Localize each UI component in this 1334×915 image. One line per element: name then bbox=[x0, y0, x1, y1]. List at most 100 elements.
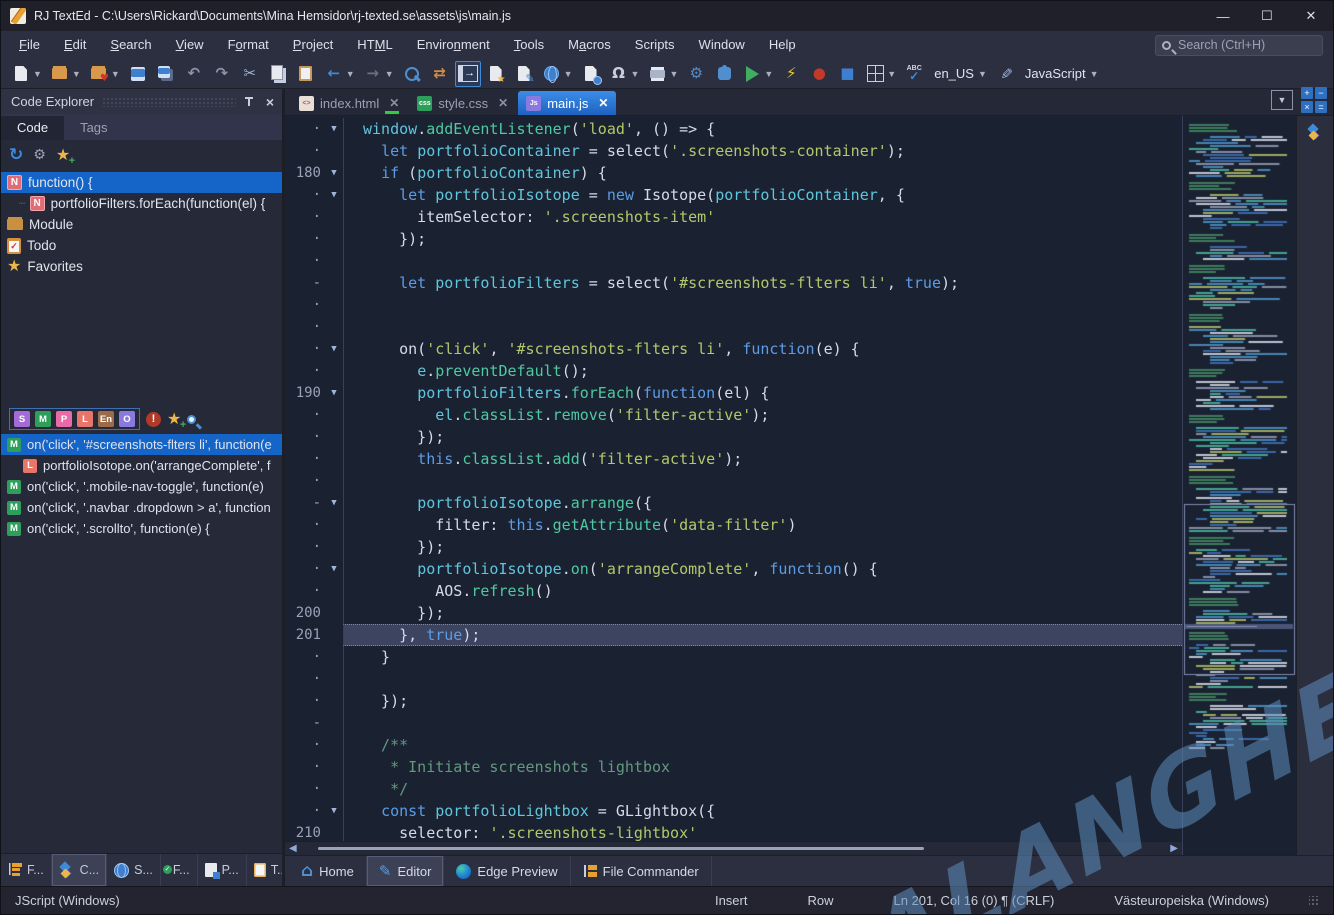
code-explorer-icon[interactable] bbox=[1307, 124, 1323, 140]
menu-item-search[interactable]: Search bbox=[98, 31, 163, 59]
layout-grid-button[interactable]: ▼ bbox=[862, 61, 899, 87]
event-filter-o-badge[interactable]: O bbox=[119, 411, 135, 427]
event-list-item[interactable]: LportfolioIsotope.on('arrangeComplete', … bbox=[1, 455, 282, 476]
fold-arrow-icon[interactable]: ▼ bbox=[325, 564, 343, 574]
menu-item-environment[interactable]: Environment bbox=[405, 31, 502, 59]
split-button[interactable]: = bbox=[1315, 101, 1327, 113]
fold-arrow-icon[interactable]: ▼ bbox=[325, 168, 343, 178]
open-file-button[interactable]: ▼ bbox=[47, 61, 84, 87]
cut-button[interactable]: ✂ bbox=[237, 61, 263, 87]
close-button[interactable]: ✕ bbox=[1289, 1, 1333, 31]
split-editor-controls[interactable]: +−×= bbox=[1301, 87, 1327, 113]
document-favorites-button[interactable] bbox=[483, 61, 509, 87]
tree-item[interactable]: ★Favorites bbox=[1, 256, 282, 277]
code-line[interactable]: ·▼window.addEventListener('load', () => … bbox=[285, 118, 1182, 140]
horizontal-scrollbar[interactable]: ◀ ▶ bbox=[285, 841, 1182, 855]
code-line[interactable]: 201 }, true); bbox=[285, 624, 1182, 646]
scroll-left-icon[interactable]: ◀ bbox=[289, 844, 297, 854]
split-button[interactable]: + bbox=[1301, 87, 1313, 99]
event-filter-m-badge[interactable]: M bbox=[35, 411, 51, 427]
syntax-select[interactable]: JavaScript▼ bbox=[1020, 61, 1102, 87]
minimize-button[interactable]: — bbox=[1201, 1, 1245, 31]
code-line[interactable]: ·▼ portfolioIsotope.on('arrangeComplete'… bbox=[285, 558, 1182, 580]
tab-list-dropdown[interactable]: ▼ bbox=[1271, 90, 1293, 110]
stop-button[interactable]: ■ bbox=[834, 61, 860, 87]
undo-button[interactable]: ↶ bbox=[181, 61, 207, 87]
menu-item-help[interactable]: Help bbox=[757, 31, 808, 59]
code-line[interactable]: · itemSelector: '.screenshots-item' bbox=[285, 206, 1182, 228]
search-events-icon[interactable] bbox=[187, 415, 196, 424]
navigate-back-button[interactable]: ←▼ bbox=[321, 61, 358, 87]
dropdown-arrow-icon[interactable]: ▼ bbox=[887, 69, 896, 79]
replace-button[interactable]: ⇄ bbox=[427, 61, 453, 87]
dropdown-arrow-icon[interactable]: ▼ bbox=[33, 69, 42, 79]
fold-arrow-icon[interactable]: ▼ bbox=[325, 344, 343, 354]
dropdown-arrow-icon[interactable]: ▼ bbox=[764, 69, 773, 79]
fold-arrow-icon[interactable]: ▼ bbox=[325, 806, 343, 816]
save-all-button[interactable] bbox=[153, 61, 179, 87]
maximize-button[interactable]: ☐ bbox=[1245, 1, 1289, 31]
document-edit-button[interactable] bbox=[511, 61, 537, 87]
menu-item-window[interactable]: Window bbox=[687, 31, 757, 59]
sidebar-panel-tab-globecheck[interactable]: F... bbox=[161, 854, 198, 886]
status-caret-position[interactable]: Ln 201, Col 16 (0) ¶ (CRLF) bbox=[864, 893, 1085, 908]
code-line[interactable]: · */ bbox=[285, 778, 1182, 800]
dropdown-arrow-icon[interactable]: ▼ bbox=[72, 69, 81, 79]
tree-item[interactable]: Todo bbox=[1, 235, 282, 256]
menu-item-view[interactable]: View bbox=[164, 31, 216, 59]
dictionary-select[interactable]: en_US▼ bbox=[929, 61, 990, 87]
code-line[interactable]: · bbox=[285, 668, 1182, 690]
dock-tab-editor[interactable]: ✎Editor bbox=[367, 856, 445, 886]
copy-button[interactable] bbox=[265, 61, 291, 87]
code-line[interactable]: ·▼ const portfolioLightbox = GLightbox({ bbox=[285, 800, 1182, 822]
fold-arrow-icon[interactable]: ▼ bbox=[325, 388, 343, 398]
panel-grip[interactable] bbox=[102, 97, 236, 107]
minimap[interactable] bbox=[1182, 116, 1296, 855]
code-line[interactable]: · bbox=[285, 250, 1182, 272]
sidebar-panel-tab-pdoc[interactable]: P... bbox=[198, 854, 247, 886]
code-line[interactable]: ·▼ let portfolioIsotope = new Isotope(po… bbox=[285, 184, 1182, 206]
status-selection-mode[interactable]: Row bbox=[777, 893, 863, 908]
code-line[interactable]: 190▼ portfolioFilters.forEach(function(e… bbox=[285, 382, 1182, 404]
status-insert-mode[interactable]: Insert bbox=[685, 893, 778, 908]
event-list-item[interactable]: Mon('click', '.scrollto', function(e) { bbox=[1, 518, 282, 539]
menu-item-file[interactable]: File bbox=[7, 31, 52, 59]
resize-grip[interactable] bbox=[1309, 896, 1319, 906]
panel-close-icon[interactable]: × bbox=[264, 95, 276, 109]
code-line[interactable]: 180▼ if (portfolioContainer) { bbox=[285, 162, 1182, 184]
code-line[interactable]: · bbox=[285, 316, 1182, 338]
global-search-box[interactable] bbox=[1155, 35, 1323, 56]
warnings-icon[interactable]: ! bbox=[146, 412, 161, 427]
dock-tab-edge-preview[interactable]: Edge Preview bbox=[444, 856, 570, 886]
scroll-right-icon[interactable]: ▶ bbox=[1170, 844, 1178, 854]
dropdown-arrow-icon[interactable]: ▼ bbox=[978, 69, 987, 79]
code-line[interactable]: · }); bbox=[285, 690, 1182, 712]
sidebar-panel-tab-globe[interactable]: S... bbox=[107, 854, 161, 886]
code-line[interactable]: · /** bbox=[285, 734, 1182, 756]
menu-item-scripts[interactable]: Scripts bbox=[623, 31, 687, 59]
code-line[interactable]: - bbox=[285, 712, 1182, 734]
code-line[interactable]: · this.classList.add('filter-active'); bbox=[285, 448, 1182, 470]
code-line[interactable]: · } bbox=[285, 646, 1182, 668]
fold-arrow-icon[interactable]: ▼ bbox=[325, 124, 343, 134]
plugins-button[interactable] bbox=[711, 61, 737, 87]
event-list-item[interactable]: Mon('click', '.navbar .dropdown > a', fu… bbox=[1, 497, 282, 518]
run-button[interactable]: ▼ bbox=[739, 61, 776, 87]
tab-close-icon[interactable]: ✕ bbox=[389, 96, 399, 110]
spell-check-button[interactable] bbox=[901, 61, 927, 87]
sidebar-panel-tab-ftree[interactable]: F... bbox=[1, 854, 52, 886]
sidebar-tab-tags[interactable]: Tags bbox=[64, 116, 123, 140]
add-favorite-icon[interactable]: ★ bbox=[167, 409, 181, 429]
code-line[interactable]: ·▼ on('click', '#screenshots-flters li',… bbox=[285, 338, 1182, 360]
code-line[interactable]: 210 selector: '.screenshots-lightbox' bbox=[285, 822, 1182, 841]
paste-button[interactable] bbox=[293, 61, 319, 87]
tab-close-icon[interactable]: ✕ bbox=[598, 96, 608, 110]
code-line[interactable]: · let portfolioContainer = select('.scre… bbox=[285, 140, 1182, 162]
find-button[interactable] bbox=[399, 61, 425, 87]
code-line[interactable]: · AOS.refresh() bbox=[285, 580, 1182, 602]
add-favorite-icon[interactable]: ★ bbox=[56, 145, 70, 165]
fold-arrow-icon[interactable]: ▼ bbox=[325, 498, 343, 508]
code-line[interactable]: - let portfolioFilters = select('#screen… bbox=[285, 272, 1182, 294]
event-filter-en-badge[interactable]: En bbox=[98, 411, 114, 427]
menu-item-tools[interactable]: Tools bbox=[502, 31, 556, 59]
